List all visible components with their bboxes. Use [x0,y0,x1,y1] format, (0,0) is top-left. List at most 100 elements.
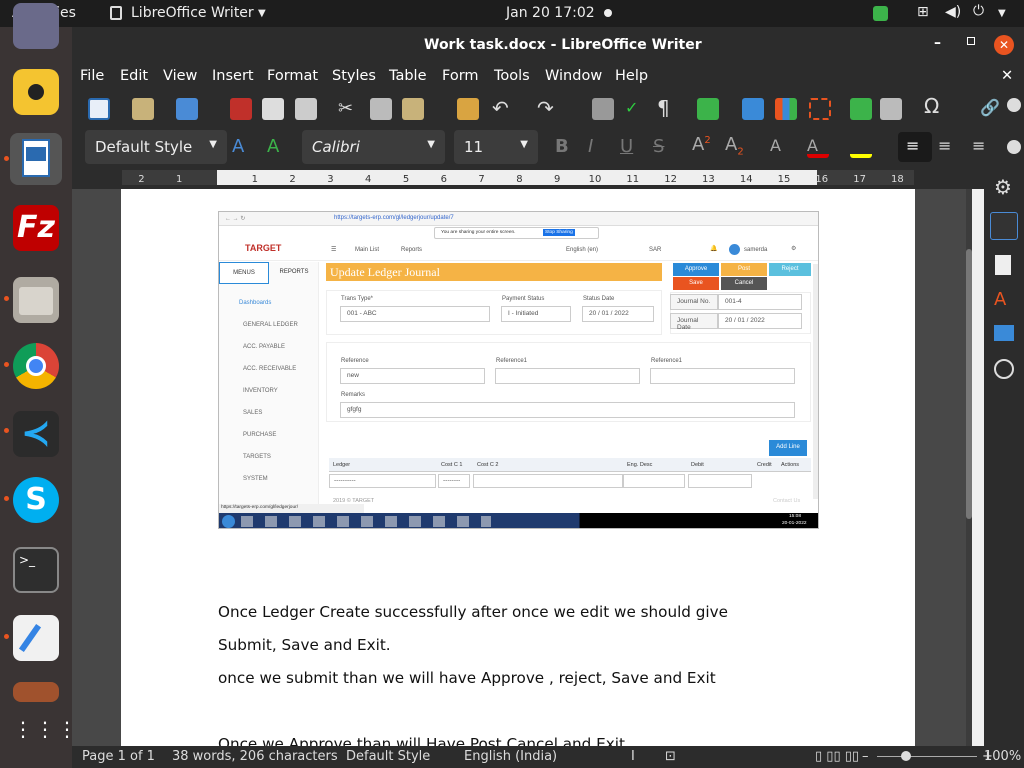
redo-icon[interactable]: ↷ [537,96,559,120]
superscript-icon[interactable]: A2 [692,134,714,156]
text-box-icon[interactable] [809,98,831,120]
vertical-scrollbar[interactable] [966,189,972,746]
libreoffice-writer-icon[interactable] [10,133,62,185]
maximize-button[interactable] [967,37,975,45]
app-menu-label[interactable]: LibreOffice Writer [131,5,254,21]
cut-icon[interactable]: ✂ [338,98,360,120]
menu-window[interactable]: Window [545,68,602,84]
align-center-icon[interactable]: ≡ [938,136,960,158]
doc-line[interactable]: Submit, Save and Exit. [218,636,391,654]
underline-icon[interactable]: U [620,136,642,158]
print-preview-icon[interactable] [295,98,317,120]
briefcase-icon[interactable] [13,682,59,702]
power-icon[interactable]: ⏻ [973,3,984,19]
menu-styles[interactable]: Styles [332,68,376,84]
filezilla-icon[interactable]: Fz [13,205,59,251]
menu-file[interactable]: File [80,68,104,84]
menu-edit[interactable]: Edit [120,68,148,84]
menu-form[interactable]: Form [442,68,479,84]
clear-formatting-icon[interactable]: A [770,136,792,158]
app-menu-icon[interactable] [110,6,122,20]
insert-chart-icon[interactable] [775,98,797,120]
sidebar-styles-icon[interactable]: A [994,289,1006,310]
insert-mode-icon[interactable]: I [631,749,635,764]
spelling-icon[interactable]: ✓ [625,98,647,120]
menu-insert[interactable]: Insert [212,68,254,84]
font-name-dropdown[interactable]: Calibri ▼ [302,130,445,164]
sidebar-settings-icon[interactable]: ⚙ [994,175,1012,199]
save-icon[interactable] [176,98,198,120]
shield-check-icon[interactable] [873,6,888,21]
insert-field-icon[interactable] [880,98,902,120]
text-language[interactable]: English (India) [464,749,557,764]
clock[interactable]: Jan 20 17:02 [506,5,595,21]
print-icon[interactable] [262,98,284,120]
insert-table-icon[interactable] [697,98,719,120]
page-style[interactable]: Default Style [346,749,430,764]
zoom-level[interactable]: 100% [984,749,1021,764]
more-toolbar-icon[interactable] [1007,140,1021,154]
page-break-icon[interactable] [850,98,872,120]
formatting-marks-icon[interactable]: ¶ [657,96,679,120]
show-apps-icon[interactable]: ⋮⋮⋮ [13,717,77,747]
chrome-icon[interactable] [13,343,59,389]
menu-tools[interactable]: Tools [494,68,530,84]
find-replace-icon[interactable] [592,98,614,120]
strikethrough-icon[interactable]: S [653,136,675,158]
sidebar-page-icon[interactable] [995,255,1011,275]
scrollbar-thumb[interactable] [966,249,972,519]
font-color-icon[interactable]: A [807,136,829,158]
zoom-slider[interactable] [877,756,977,757]
bold-icon[interactable]: B [555,136,577,158]
highlight-color-icon[interactable] [850,136,872,158]
doc-line[interactable]: Once we Approve than will Have Post Canc… [218,735,630,746]
insert-image-icon[interactable] [742,98,764,120]
close-document-icon[interactable]: ✕ [1001,68,1013,84]
sidebar-navigator-icon[interactable] [994,359,1014,379]
copy-icon[interactable] [370,98,392,120]
minimize-button[interactable]: – [934,35,941,51]
network-icon[interactable]: ⊞ [917,4,929,20]
special-character-icon[interactable]: Ω [924,94,946,118]
text-editor-icon[interactable] [13,615,59,661]
undo-icon[interactable]: ↶ [492,96,514,120]
doc-line[interactable]: once we submit than we will have Approve… [218,669,716,687]
vscode-icon[interactable]: ≺ [13,411,59,457]
sidebar-gallery-icon[interactable] [994,325,1014,341]
open-folder-icon[interactable] [132,98,154,120]
more-toolbar-icon[interactable] [1007,98,1021,112]
volume-icon[interactable]: ◀) [945,4,961,20]
horizontal-ruler[interactable]: 2 1 1 2 3 4 5 6 7 8 9 10 11 12 13 14 15 16 17 18 [72,167,1024,189]
menu-format[interactable]: Format [267,68,318,84]
document-page[interactable]: ← → ↻ https://targets-erp.com/gl/ledgerj… [121,189,915,746]
sidebar-properties-icon[interactable] [990,212,1018,240]
rhythmbox-icon[interactable] [13,69,59,115]
view-layout-icons[interactable]: ▯ ▯▯ ▯▯ [815,749,859,764]
app-icon-partial[interactable] [13,3,59,49]
word-count[interactable]: 38 words, 206 characters [172,749,338,764]
clone-formatting-icon[interactable] [457,98,479,120]
zoom-slider-thumb[interactable] [901,751,911,761]
subscript-icon[interactable]: A2 [725,134,747,158]
align-left-icon[interactable]: ≡ [898,132,932,162]
menu-help[interactable]: Help [615,68,648,84]
italic-icon[interactable]: I [588,136,610,158]
font-size-dropdown[interactable]: 11 ▼ [454,130,538,164]
doc-line[interactable]: Once Ledger Create successfully after on… [218,603,728,621]
menu-table[interactable]: Table [389,68,427,84]
paste-icon[interactable] [402,98,424,120]
skype-icon[interactable]: S [13,477,59,523]
files-icon[interactable] [13,277,59,323]
hyperlink-icon[interactable]: 🔗 [980,98,1002,120]
menu-view[interactable]: View [163,68,197,84]
terminal-icon[interactable]: >_ [13,547,59,593]
update-style-icon[interactable]: A [232,136,254,158]
zoom-out-icon[interactable]: – [862,749,869,764]
selection-mode-icon[interactable]: ⊡ [665,749,676,764]
page-count[interactable]: Page 1 of 1 [82,749,155,764]
export-pdf-icon[interactable] [230,98,252,120]
align-right-icon[interactable]: ≡ [972,136,994,158]
close-button[interactable]: ✕ [994,35,1014,55]
new-style-icon[interactable]: A [267,136,289,158]
paragraph-style-dropdown[interactable]: Default Style ▼ [85,130,227,164]
